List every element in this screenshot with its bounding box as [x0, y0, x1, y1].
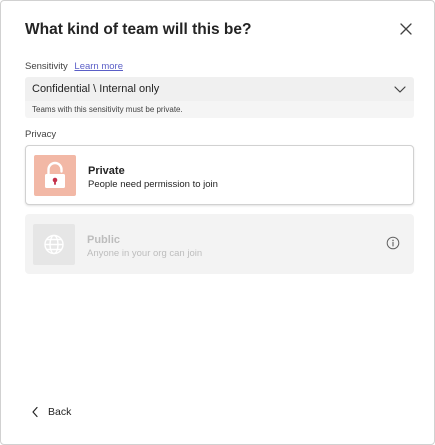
privacy-label: Privacy — [25, 129, 57, 140]
close-icon[interactable] — [398, 21, 414, 37]
privacy-option-private[interactable]: Private People need permission to join — [25, 145, 414, 205]
chevron-left-icon — [32, 406, 38, 418]
sensitivity-row: Sensitivity Learn more — [25, 61, 123, 72]
public-option-description: Anyone in your org can join — [87, 248, 203, 259]
sensitivity-note: Teams with this sensitivity must be priv… — [25, 101, 414, 118]
info-icon[interactable] — [386, 236, 400, 250]
learn-more-link[interactable]: Learn more — [74, 61, 123, 72]
back-label: Back — [48, 406, 72, 418]
globe-icon — [44, 234, 64, 255]
sensitivity-selected-value: Confidential \ Internal only — [32, 83, 160, 95]
private-option-title: Private — [88, 165, 125, 177]
create-team-dialog: What kind of team will this be? Sensitiv… — [0, 0, 435, 445]
chevron-down-icon — [394, 86, 406, 93]
public-option-title: Public — [87, 234, 121, 246]
privacy-option-public: Public Anyone in your org can join — [25, 214, 414, 274]
public-icon-tile — [33, 224, 75, 265]
sensitivity-label: Sensitivity — [25, 61, 68, 72]
private-icon-tile — [34, 155, 76, 196]
lock-icon — [45, 161, 65, 188]
back-button[interactable]: Back — [31, 404, 71, 420]
sensitivity-dropdown[interactable]: Confidential \ Internal only — [25, 77, 414, 101]
dialog-title: What kind of team will this be? — [25, 21, 252, 38]
private-option-description: People need permission to join — [88, 179, 218, 190]
